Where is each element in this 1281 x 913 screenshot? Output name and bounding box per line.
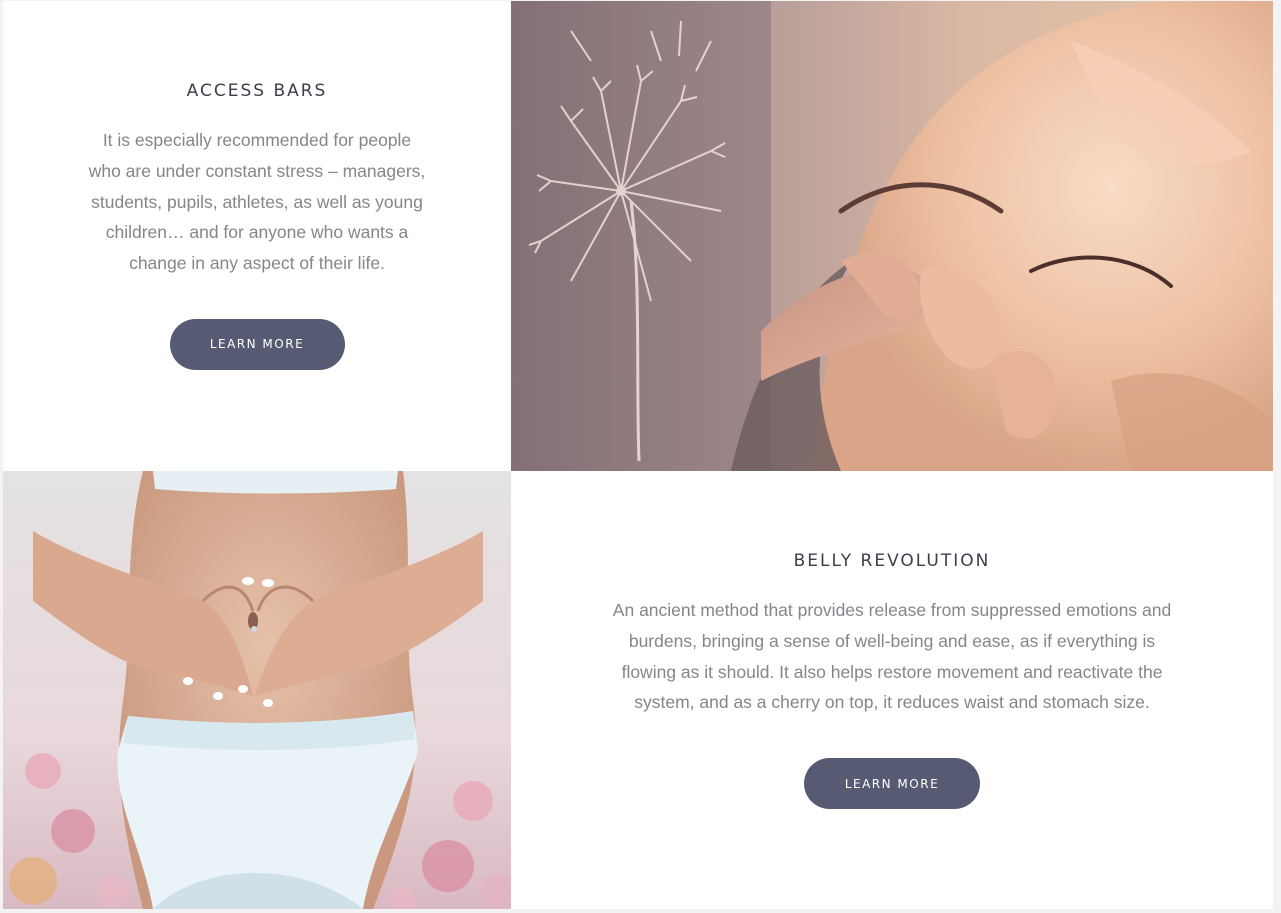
access-bars-description: It is especially recommended for people … xyxy=(88,130,426,274)
page: ACCESS BARS It is especially recommended… xyxy=(0,0,1281,913)
head-massage-image xyxy=(511,1,1273,471)
face-massage-illustration xyxy=(511,1,1273,471)
access-bars-section: ACCESS BARS It is especially recommended… xyxy=(3,1,511,471)
hands-heart-belly-illustration xyxy=(3,471,511,909)
belly-revolution-learn-more-button[interactable]: LEARN MORE xyxy=(804,758,980,810)
access-bars-title: ACCESS BARS xyxy=(186,81,328,101)
belly-revolution-section: BELLY REVOLUTION An ancient method that … xyxy=(511,471,1273,909)
access-bars-learn-more-button[interactable]: LEARN MORE xyxy=(169,318,345,370)
belly-revolution-title: BELLY REVOLUTION xyxy=(793,551,991,571)
belly-heart-image xyxy=(3,471,511,909)
services-grid: ACCESS BARS It is especially recommended… xyxy=(3,1,1273,909)
belly-revolution-description: An ancient method that provides release … xyxy=(612,600,1172,713)
